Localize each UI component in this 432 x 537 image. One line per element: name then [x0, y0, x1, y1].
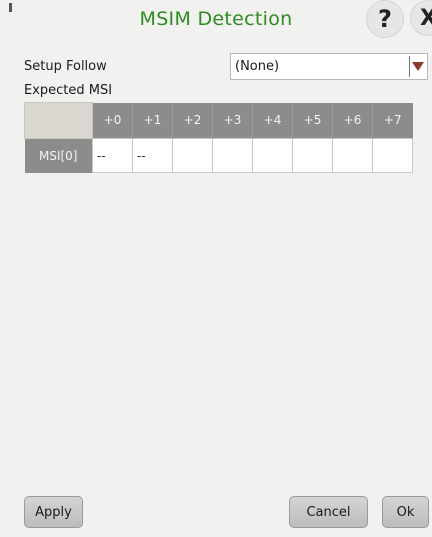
help-button[interactable]: ?: [366, 0, 404, 38]
setup-follow-dropdown[interactable]: (None): [230, 53, 428, 80]
expected-msi-label: Expected MSI: [24, 83, 113, 98]
column-header: +2: [172, 102, 213, 139]
column-header: +3: [212, 102, 253, 139]
column-header: +5: [292, 102, 333, 139]
msi-cell[interactable]: [252, 138, 293, 173]
cancel-button[interactable]: Cancel: [289, 496, 368, 528]
setup-follow-selected-value: (None): [235, 59, 280, 74]
column-header: +6: [332, 102, 373, 139]
row-header: MSI[0]: [24, 138, 93, 173]
close-button[interactable]: X: [410, 0, 432, 36]
msi-cell[interactable]: --: [92, 138, 133, 173]
expected-msi-table: +0 +1 +2 +3 +4 +5 +6 +7 MSI[0] -- --: [24, 102, 413, 173]
ok-button[interactable]: Ok: [382, 496, 429, 528]
column-header: +4: [252, 102, 293, 139]
msi-cell[interactable]: [212, 138, 253, 173]
setup-follow-label: Setup Follow: [24, 59, 107, 74]
column-header: +7: [372, 102, 413, 139]
chevron-down-icon[interactable]: [412, 62, 424, 71]
table-header-row: +0 +1 +2 +3 +4 +5 +6 +7: [24, 102, 413, 139]
column-header: +1: [132, 102, 173, 139]
apply-button[interactable]: Apply: [24, 496, 83, 528]
msim-detection-dialog: MSIM Detection ? X Setup Follow (None) E…: [0, 0, 432, 537]
msi-cell[interactable]: [372, 138, 413, 173]
msi-cell[interactable]: [332, 138, 373, 173]
msi-cell[interactable]: [292, 138, 333, 173]
help-icon: ?: [378, 5, 392, 33]
dropdown-separator: [409, 56, 410, 77]
table-corner-cell: [24, 102, 93, 139]
msi-cell[interactable]: --: [132, 138, 173, 173]
column-header: +0: [92, 102, 133, 139]
msi-cell[interactable]: [172, 138, 213, 173]
close-icon: X: [420, 5, 432, 31]
table-row: MSI[0] -- --: [24, 138, 413, 173]
